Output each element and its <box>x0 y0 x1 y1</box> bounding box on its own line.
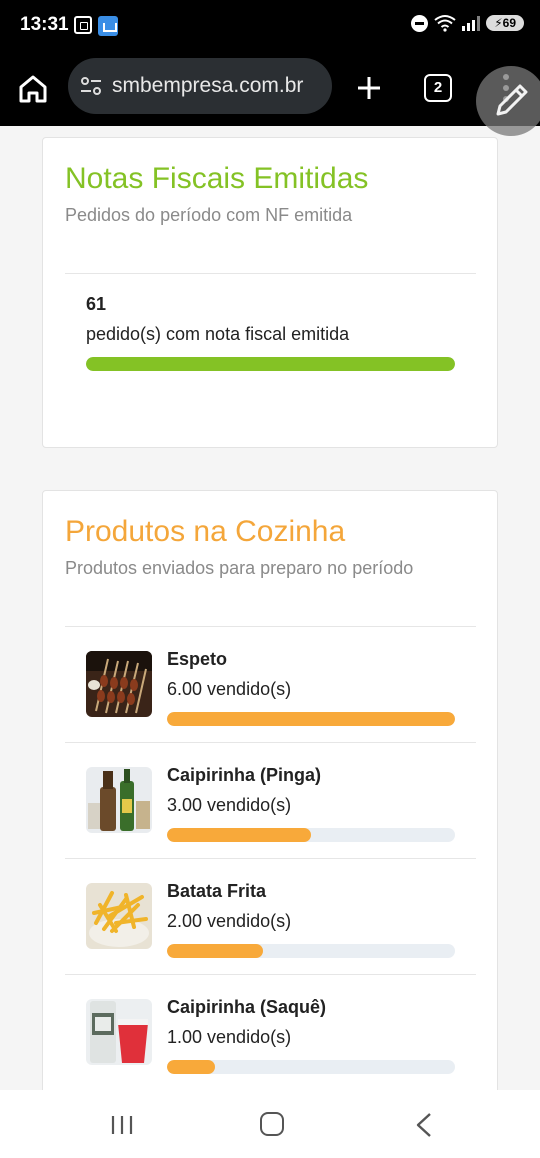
status-bar: 13:31 ⚡69 <box>0 0 540 52</box>
recent-apps-icon[interactable] <box>110 1114 134 1136</box>
site-settings-icon[interactable] <box>80 76 102 96</box>
nf-count-label: pedido(s) com nota fiscal emitida <box>86 324 350 344</box>
product-image-caipirinha-saque <box>86 999 152 1065</box>
product-item: Caipirinha (Pinga) 3.00 vendido(s) <box>65 743 476 859</box>
product-image-batata-frita <box>86 883 152 949</box>
product-name: Caipirinha (Pinga) <box>167 765 322 785</box>
product-name: Batata Frita <box>167 881 267 901</box>
product-progress-fill <box>167 828 311 842</box>
system-nav-bar <box>0 1090 540 1158</box>
battery-level: 69 <box>502 16 516 30</box>
plus-icon[interactable] <box>355 74 383 102</box>
product-progress-fill <box>167 712 455 726</box>
status-icons-right: ⚡69 <box>411 14 524 32</box>
product-qty: 6.00 vendido(s) <box>167 679 292 699</box>
product-progress-bar <box>167 944 455 958</box>
product-item: Batata Frita 2.00 vendido(s) <box>65 859 476 975</box>
status-time: 13:31 <box>20 14 69 35</box>
home-icon[interactable] <box>260 1112 284 1136</box>
home-icon[interactable] <box>16 72 50 106</box>
product-item: Caipirinha (Saquê) 1.00 vendido(s) <box>65 975 476 1090</box>
product-progress-bar <box>167 712 455 726</box>
do-not-disturb-icon <box>411 14 429 32</box>
browser-toolbar: smbempresa.com.br 2 <box>0 52 540 126</box>
screenshot-icon <box>74 16 92 34</box>
signal-icon <box>462 15 481 31</box>
edit-pencil-icon <box>496 84 528 116</box>
product-qty: 3.00 vendido(s) <box>167 795 292 815</box>
nf-card: Notas Fiscais Emitidas Pedidos do períod… <box>42 137 498 448</box>
nf-progress-fill <box>86 357 455 371</box>
tabs-icon[interactable]: 2 <box>424 74 452 102</box>
product-qty: 1.00 vendido(s) <box>167 1027 292 1047</box>
url-bar[interactable]: smbempresa.com.br <box>68 58 332 114</box>
product-name: Espeto <box>167 649 228 669</box>
back-icon[interactable] <box>412 1112 436 1138</box>
nf-card-title: Notas Fiscais Emitidas <box>65 162 369 195</box>
product-image-espeto <box>86 651 152 717</box>
status-icons-left <box>74 16 118 36</box>
tab-count: 2 <box>433 79 443 96</box>
kitchen-card-subtitle: Produtos enviados para preparo no períod… <box>65 558 414 578</box>
page-content: Notas Fiscais Emitidas Pedidos do períod… <box>0 126 540 1090</box>
product-progress-fill <box>167 1060 216 1074</box>
wifi-icon <box>434 15 456 32</box>
battery-icon: ⚡69 <box>486 15 524 31</box>
product-name: Caipirinha (Saquê) <box>167 997 327 1017</box>
kitchen-card-title: Produtos na Cozinha <box>65 515 346 548</box>
divider <box>65 273 476 274</box>
nf-count: 61 <box>86 294 107 314</box>
edit-fab[interactable] <box>476 66 540 136</box>
url-text: smbempresa.com.br <box>112 74 304 97</box>
product-progress-fill <box>167 944 263 958</box>
product-progress-bar <box>167 1060 455 1074</box>
nf-progress-bar <box>86 357 455 371</box>
cloud-icon <box>98 16 118 36</box>
kitchen-card: Produtos na Cozinha Produtos enviados pa… <box>42 490 498 1090</box>
product-image-caipirinha-pinga <box>86 767 152 833</box>
nf-card-subtitle: Pedidos do período com NF emitida <box>65 205 353 225</box>
product-progress-bar <box>167 828 455 842</box>
product-qty: 2.00 vendido(s) <box>167 911 292 931</box>
product-item: Espeto 6.00 vendido(s) <box>65 627 476 743</box>
